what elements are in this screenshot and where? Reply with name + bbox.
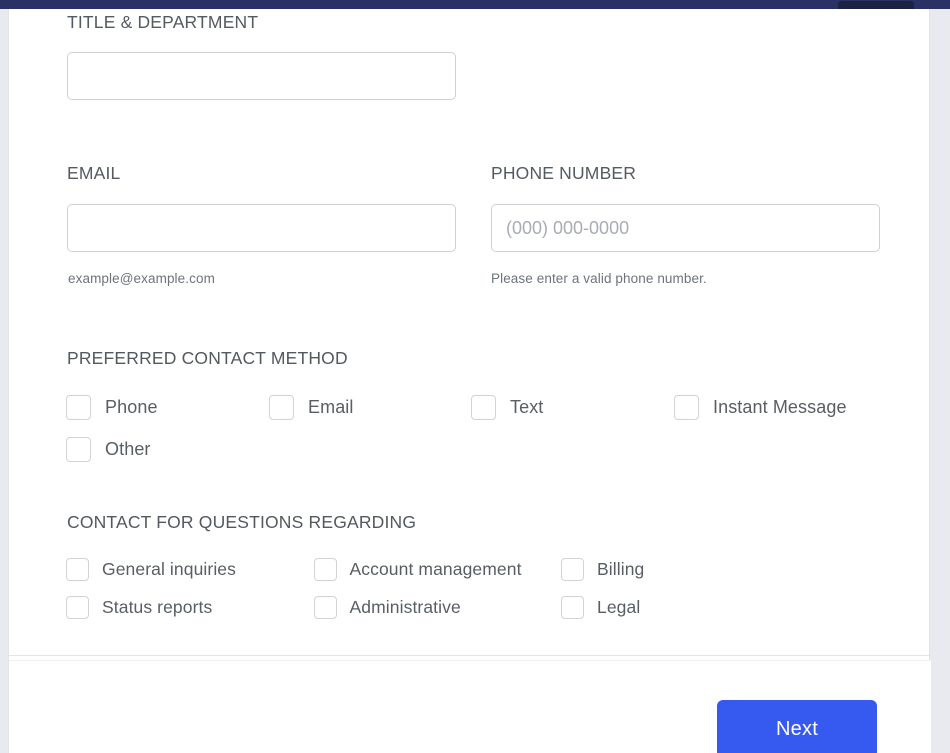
- email-input[interactable]: [67, 204, 456, 252]
- checkbox-box[interactable]: [313, 557, 337, 581]
- next-button[interactable]: Next: [717, 700, 877, 753]
- checkbox-label: Status reports: [102, 596, 213, 617]
- checkbox-item-other[interactable]: Other: [66, 436, 269, 462]
- checkbox-item-email[interactable]: Email: [269, 394, 471, 420]
- checkbox-item-phone[interactable]: Phone: [66, 394, 269, 420]
- checkbox-item-legal[interactable]: Legal: [561, 595, 726, 619]
- checkbox-label: Text: [510, 396, 544, 417]
- page-root: TITLE & DEPARTMENT EMAIL example@example…: [0, 0, 950, 753]
- checkbox-item-billing[interactable]: Billing: [561, 557, 726, 581]
- checkbox-item-account-management[interactable]: Account management: [313, 557, 562, 581]
- form-body: TITLE & DEPARTMENT EMAIL example@example…: [9, 9, 929, 655]
- checkbox-item-administrative[interactable]: Administrative: [313, 595, 562, 619]
- checkbox-row: Status reports Administrative Legal: [66, 588, 726, 626]
- checkbox-item-status-reports[interactable]: Status reports: [66, 595, 314, 619]
- checkbox-item-text[interactable]: Text: [471, 394, 674, 420]
- checkbox-box[interactable]: [66, 394, 91, 420]
- checkbox-box[interactable]: [674, 394, 699, 420]
- title-department-input[interactable]: [67, 52, 456, 100]
- checkbox-row: Phone Email Text Instant Message: [66, 386, 876, 428]
- email-label: EMAIL: [67, 163, 121, 183]
- checkbox-label: Email: [308, 396, 354, 417]
- contact-for-questions-group: General inquiries Account management Bil…: [66, 550, 726, 626]
- checkbox-box[interactable]: [269, 394, 294, 420]
- email-hint: example@example.com: [68, 271, 215, 286]
- form-footer: Next: [9, 661, 931, 753]
- contact-for-questions-regarding-label: CONTACT FOR QUESTIONS REGARDING: [67, 512, 417, 532]
- checkbox-box[interactable]: [66, 595, 89, 619]
- page-background-gutter: [931, 9, 950, 753]
- phone-number-label: PHONE NUMBER: [491, 163, 637, 183]
- checkbox-box[interactable]: [66, 557, 89, 581]
- preferred-contact-method-label: PREFERRED CONTACT METHOD: [67, 348, 348, 368]
- checkbox-label: Phone: [105, 396, 158, 417]
- checkbox-box[interactable]: [471, 394, 496, 420]
- title-department-label: TITLE & DEPARTMENT: [67, 12, 259, 32]
- checkbox-label: General inquiries: [102, 558, 236, 579]
- checkbox-label: Account management: [349, 558, 522, 579]
- checkbox-item-instant-message[interactable]: Instant Message: [674, 394, 876, 420]
- checkbox-row: General inquiries Account management Bil…: [66, 550, 726, 588]
- checkbox-label: Legal: [597, 596, 641, 617]
- app-header-bar: [0, 0, 950, 9]
- form-card: TITLE & DEPARTMENT EMAIL example@example…: [8, 9, 931, 753]
- checkbox-item-general-inquiries[interactable]: General inquiries: [66, 557, 314, 581]
- checkbox-box[interactable]: [561, 595, 584, 619]
- checkbox-row: Other: [66, 428, 876, 470]
- browser-tab-chip[interactable]: [838, 1, 914, 9]
- phone-number-input[interactable]: [491, 204, 880, 252]
- checkbox-box[interactable]: [561, 557, 584, 581]
- checkbox-label: Other: [105, 438, 151, 459]
- phone-number-hint: Please enter a valid phone number.: [491, 271, 707, 286]
- footer-divider: [9, 655, 931, 656]
- checkbox-label: Instant Message: [713, 396, 847, 417]
- checkbox-label: Billing: [597, 558, 645, 579]
- preferred-contact-method-group: Phone Email Text Instant Message Other: [66, 386, 876, 470]
- checkbox-box[interactable]: [66, 436, 91, 462]
- checkbox-box[interactable]: [313, 595, 337, 619]
- checkbox-label: Administrative: [349, 596, 461, 617]
